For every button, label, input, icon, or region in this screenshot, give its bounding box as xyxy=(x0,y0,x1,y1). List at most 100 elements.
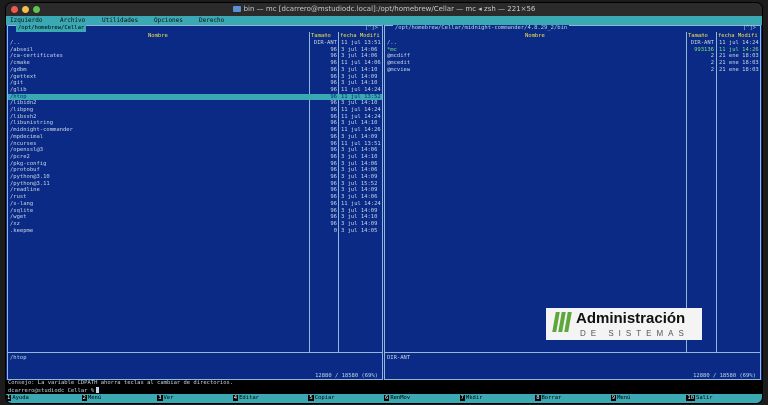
file-name: /ca-certificates xyxy=(10,53,63,60)
left-panel[interactable]: /opt/homebrew/Cellar [^]> Nombre Tamaño … xyxy=(7,25,383,380)
left-file-row[interactable]: /libpng 96 11 jul 14:24 xyxy=(8,107,382,114)
file-date: 11 jul 14:24 xyxy=(719,40,759,46)
file-size: 96 xyxy=(330,153,337,160)
file-name: /libidn2 xyxy=(10,100,37,107)
file-size: 96 xyxy=(330,120,337,127)
fkey-2[interactable]: 2 Menú xyxy=(81,394,102,403)
file-size: 96 xyxy=(330,46,337,53)
menu-archivo[interactable]: Archivo xyxy=(60,16,85,25)
left-file-row[interactable]: /pkg-config 96 3 jul 14:06 xyxy=(8,161,382,168)
file-date: 11 jul 14:24 xyxy=(341,113,381,120)
left-file-row[interactable]: /.. DIR-ANT 11 jul 13:51 xyxy=(8,40,382,47)
left-file-row[interactable]: /pcre2 96 3 jul 14:10 xyxy=(8,154,382,161)
left-file-row[interactable]: /s-lang 96 11 jul 14:24 xyxy=(8,201,382,208)
right-header-name[interactable]: Nombre xyxy=(525,33,545,40)
left-file-row[interactable]: /protobuf 96 3 jul 14:06 xyxy=(8,167,382,174)
menu-izquierdo[interactable]: Izquierdo xyxy=(10,16,43,25)
fkey-8[interactable]: 8 Borrar xyxy=(535,394,561,403)
right-file-row[interactable]: @mcview 2 21 ene 18:03 xyxy=(385,67,760,74)
left-file-row[interactable]: /python@3.11 96 3 jul 15:52 xyxy=(8,181,382,188)
left-file-row[interactable]: /git 96 3 jul 14:10 xyxy=(8,80,382,87)
left-panel-status: /htop xyxy=(10,355,27,361)
fkey-1[interactable]: 1 Ayuda xyxy=(6,394,29,403)
file-name: /libssh2 xyxy=(10,113,37,120)
menu-derecho[interactable]: Derecho xyxy=(199,16,224,25)
left-file-row[interactable]: /python@3.10 96 3 jul 14:09 xyxy=(8,174,382,181)
file-date: 3 jul 14:09 xyxy=(341,133,378,140)
left-file-row[interactable]: /libunistring 96 3 jul 14:10 xyxy=(8,120,382,127)
right-file-row[interactable]: @mcdiff 2 21 ene 18:03 xyxy=(385,53,760,60)
logo-subtitle: DE SISTEMAS xyxy=(580,329,689,338)
left-file-row[interactable]: /ncurses 96 11 jul 13:51 xyxy=(8,141,382,148)
left-file-row[interactable]: /libssh2 96 11 jul 14:24 xyxy=(8,114,382,121)
fkey-3[interactable]: 3 Ver xyxy=(157,394,173,403)
right-panel-path[interactable]: /opt/homebrew/Cellar/midnight-commander/… xyxy=(393,25,570,32)
left-file-row[interactable]: /readline 96 3 jul 14:09 xyxy=(8,187,382,194)
fkey-7[interactable]: 7 Mkdir xyxy=(459,394,482,403)
file-date: 3 jul 14:10 xyxy=(341,80,378,87)
fkey-9[interactable]: 9 Menú xyxy=(610,394,630,403)
left-file-row[interactable]: /sqlite 96 3 jul 14:09 xyxy=(8,208,382,215)
fkey-4[interactable]: 4 Editar xyxy=(232,394,259,403)
file-name: /sqlite xyxy=(10,207,34,214)
left-file-row[interactable]: /abseil 96 3 jul 14:06 xyxy=(8,47,382,54)
file-date: 3 jul 14:10 xyxy=(341,120,378,127)
file-date: 3 jul 14:09 xyxy=(341,220,378,227)
left-file-row[interactable]: /gettext 96 3 jul 14:09 xyxy=(8,74,382,81)
fkey-number: 8 xyxy=(535,395,541,401)
fkey-5[interactable]: 5 Copiar xyxy=(308,394,335,403)
file-date: 3 jul 14:09 xyxy=(341,174,378,180)
file-size: 96 xyxy=(330,214,337,221)
file-date: 3 jul 14:10 xyxy=(341,66,378,73)
file-name: /protobuf xyxy=(10,167,40,174)
left-header-date[interactable]: fecha Modifi xyxy=(340,33,380,40)
file-date: 3 jul 14:06 xyxy=(341,147,378,154)
file-size: 0 xyxy=(333,227,337,234)
left-file-row[interactable]: /libidn2 96 3 jul 14:10 xyxy=(8,100,382,107)
right-file-row[interactable]: /.. DIR-ANT 11 jul 14:24 xyxy=(385,40,760,47)
right-header-date[interactable]: fecha Modifi xyxy=(718,33,758,40)
menu-opciones[interactable]: Opciones xyxy=(154,16,183,25)
fkey-6[interactable]: 6 RenMov xyxy=(384,394,410,403)
left-file-row[interactable]: /mpdecimal 96 3 jul 14:09 xyxy=(8,134,382,141)
right-panel-corner[interactable]: [^]> xyxy=(743,25,756,32)
right-header-size[interactable]: Tamaño xyxy=(688,33,708,40)
right-file-row[interactable]: *mc 993136 11 jul 14:26 xyxy=(385,47,760,54)
file-date: 3 jul 14:06 xyxy=(341,46,378,53)
menu-utilidades[interactable]: Utilidades xyxy=(102,16,138,25)
left-file-row[interactable]: /glib 96 11 jul 14:24 xyxy=(8,87,382,94)
file-name: /python@3.10 xyxy=(10,174,50,180)
file-name: @mcdiff xyxy=(387,53,411,60)
left-file-row[interactable]: /rust 96 3 jul 14:06 xyxy=(8,194,382,201)
left-panel-path[interactable]: /opt/homebrew/Cellar xyxy=(16,25,87,32)
fkey-label: Ver xyxy=(163,395,174,401)
left-panel-corner[interactable]: [^]> xyxy=(365,25,378,32)
file-name: /midnight-commander xyxy=(10,127,73,134)
left-file-row[interactable]: .keepme 0 3 jul 14:05 xyxy=(8,228,382,235)
left-file-row[interactable]: /wget 96 3 jul 14:10 xyxy=(8,214,382,221)
left-panel-usage: 12880 / 18580 (69%) xyxy=(315,373,378,379)
file-name: /pkg-config xyxy=(10,160,47,167)
left-header-size[interactable]: Tamaño xyxy=(311,33,331,40)
left-file-row[interactable]: /openssl@3 96 3 jul 14:06 xyxy=(8,147,382,154)
file-date: 3 jul 14:10 xyxy=(341,214,378,221)
left-file-row[interactable]: /xz 96 3 jul 14:09 xyxy=(8,221,382,228)
left-file-row[interactable]: /ca-certificates 96 3 jul 14:06 xyxy=(8,53,382,60)
fkey-label: Menú xyxy=(87,395,102,401)
left-file-row[interactable]: /gdbm 96 3 jul 14:10 xyxy=(8,67,382,74)
fkey-label: RenMov xyxy=(390,395,411,401)
left-header-name[interactable]: Nombre xyxy=(148,33,168,40)
right-file-row[interactable]: @mcedit 2 21 ene 18:03 xyxy=(385,60,760,67)
minimize-button[interactable] xyxy=(22,6,29,13)
fkey-10[interactable]: 10 Salir xyxy=(686,394,713,403)
file-name: /rust xyxy=(10,194,27,201)
left-file-row[interactable]: /midnight-commander 96 11 jul 14:26 xyxy=(8,127,382,134)
left-file-row[interactable]: /htop 96 11 jul 13:52 xyxy=(8,93,382,101)
file-date: 11 jul 14:06 xyxy=(341,60,381,67)
left-file-row[interactable]: /cmake 96 11 jul 14:06 xyxy=(8,60,382,67)
file-size: 96 xyxy=(330,180,337,187)
zoom-button[interactable] xyxy=(33,6,40,13)
close-button[interactable] xyxy=(11,6,18,13)
file-size: 96 xyxy=(330,73,337,80)
file-date: 21 ene 18:03 xyxy=(719,60,759,67)
